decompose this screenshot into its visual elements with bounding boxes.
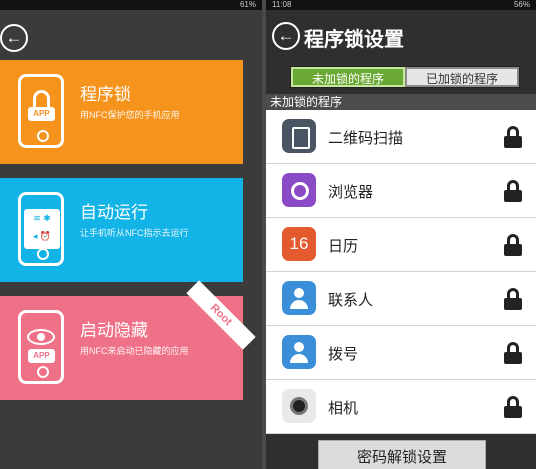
app-name: 相机 [328, 400, 359, 417]
camera-icon [282, 389, 316, 423]
browser-icon [282, 173, 316, 207]
lock-icon[interactable] [504, 180, 522, 202]
tab-unlocked-apps[interactable]: 未加锁的程序 [291, 67, 405, 87]
lock-icon[interactable] [504, 126, 522, 148]
app-row-qr-scanner[interactable]: 二维码扫描 [266, 110, 536, 164]
lock-tabs: 未加锁的程序 已加锁的程序 [290, 66, 520, 88]
card-title: 程序锁 [80, 85, 131, 104]
back-button[interactable]: ← [0, 24, 28, 52]
section-header: 未加锁的程序 [266, 94, 536, 110]
lock-icon[interactable] [504, 288, 522, 310]
app-badge: APP [28, 349, 55, 363]
page-title: 程序锁设置 [304, 29, 404, 51]
app-lock-card[interactable]: APP 程序锁 用NFC保护您的手机应用 [0, 60, 243, 164]
app-row-contacts[interactable]: 联系人 [266, 272, 536, 326]
card-description: 让手机听从NFC指示去运行 [80, 228, 189, 238]
phone-app-lock-icon: APP [18, 74, 64, 148]
password-unlock-settings-button[interactable]: 密码解锁设置 [318, 440, 486, 469]
app-row-browser[interactable]: 浏览器 [266, 164, 536, 218]
app-name: 二维码扫描 [328, 130, 404, 147]
right-screen: 11:08 56% ← 程序锁设置 未加锁的程序 已加锁的程序 未加锁的程序 二… [262, 0, 536, 469]
app-row-camera[interactable]: 相机 [266, 380, 536, 434]
app-row-dialer[interactable]: 拨号 [266, 326, 536, 380]
app-name: 日历 [328, 238, 359, 255]
app-name: 联系人 [328, 292, 374, 309]
phone-hidden-app-icon: APP [18, 310, 64, 384]
clock: 11:08 [272, 0, 292, 9]
app-name: 浏览器 [328, 184, 374, 201]
qr-scanner-icon [282, 119, 316, 153]
app-name: 拨号 [328, 346, 359, 363]
lock-shackle-icon [33, 90, 50, 108]
card-description: 用NFC来启动已隐藏的应用 [80, 346, 189, 356]
tab-locked-apps[interactable]: 已加锁的程序 [405, 67, 519, 87]
phone-auto-run-icon: ≋ ✱ ◂ ⏰ [18, 192, 64, 266]
lock-icon[interactable] [504, 396, 522, 418]
wifi-bluetooth-volume-alarm-icon: ≋ ✱ ◂ ⏰ [24, 209, 60, 249]
app-row-calendar[interactable]: 16 日历 [266, 218, 536, 272]
left-screen: 61% ← APP 程序锁 用NFC保护您的手机应用 ≋ ✱ ◂ ⏰ 自动运行 让… [0, 0, 262, 469]
launch-hidden-card[interactable]: Root APP 启动隐藏 用NFC来启动已隐藏的应用 [0, 280, 256, 400]
dialer-icon [282, 335, 316, 369]
app-badge: APP [28, 107, 55, 121]
lock-icon[interactable] [504, 234, 522, 256]
card-title: 自动运行 [80, 203, 148, 222]
card-title: 启动隐藏 [80, 321, 148, 340]
auto-run-card[interactable]: ≋ ✱ ◂ ⏰ 自动运行 让手机听从NFC指示去运行 [0, 178, 243, 282]
back-button[interactable]: ← [272, 22, 300, 50]
back-arrow-icon: ← [277, 26, 295, 45]
card-description: 用NFC保护您的手机应用 [80, 110, 180, 120]
battery-level: 56% [513, 0, 530, 9]
status-bar: 61% [0, 0, 262, 10]
battery-level: 61% [239, 0, 256, 9]
status-bar: 11:08 56% [266, 0, 536, 10]
calendar-icon: 16 [282, 227, 316, 261]
back-arrow-icon: ← [5, 28, 23, 47]
root-ribbon: Root [186, 280, 256, 350]
contacts-icon [282, 281, 316, 315]
lock-icon[interactable] [504, 342, 522, 364]
app-list: 二维码扫描 浏览器 16 日历 联系人 拨号 相机 [266, 110, 536, 434]
eye-icon [27, 329, 55, 345]
